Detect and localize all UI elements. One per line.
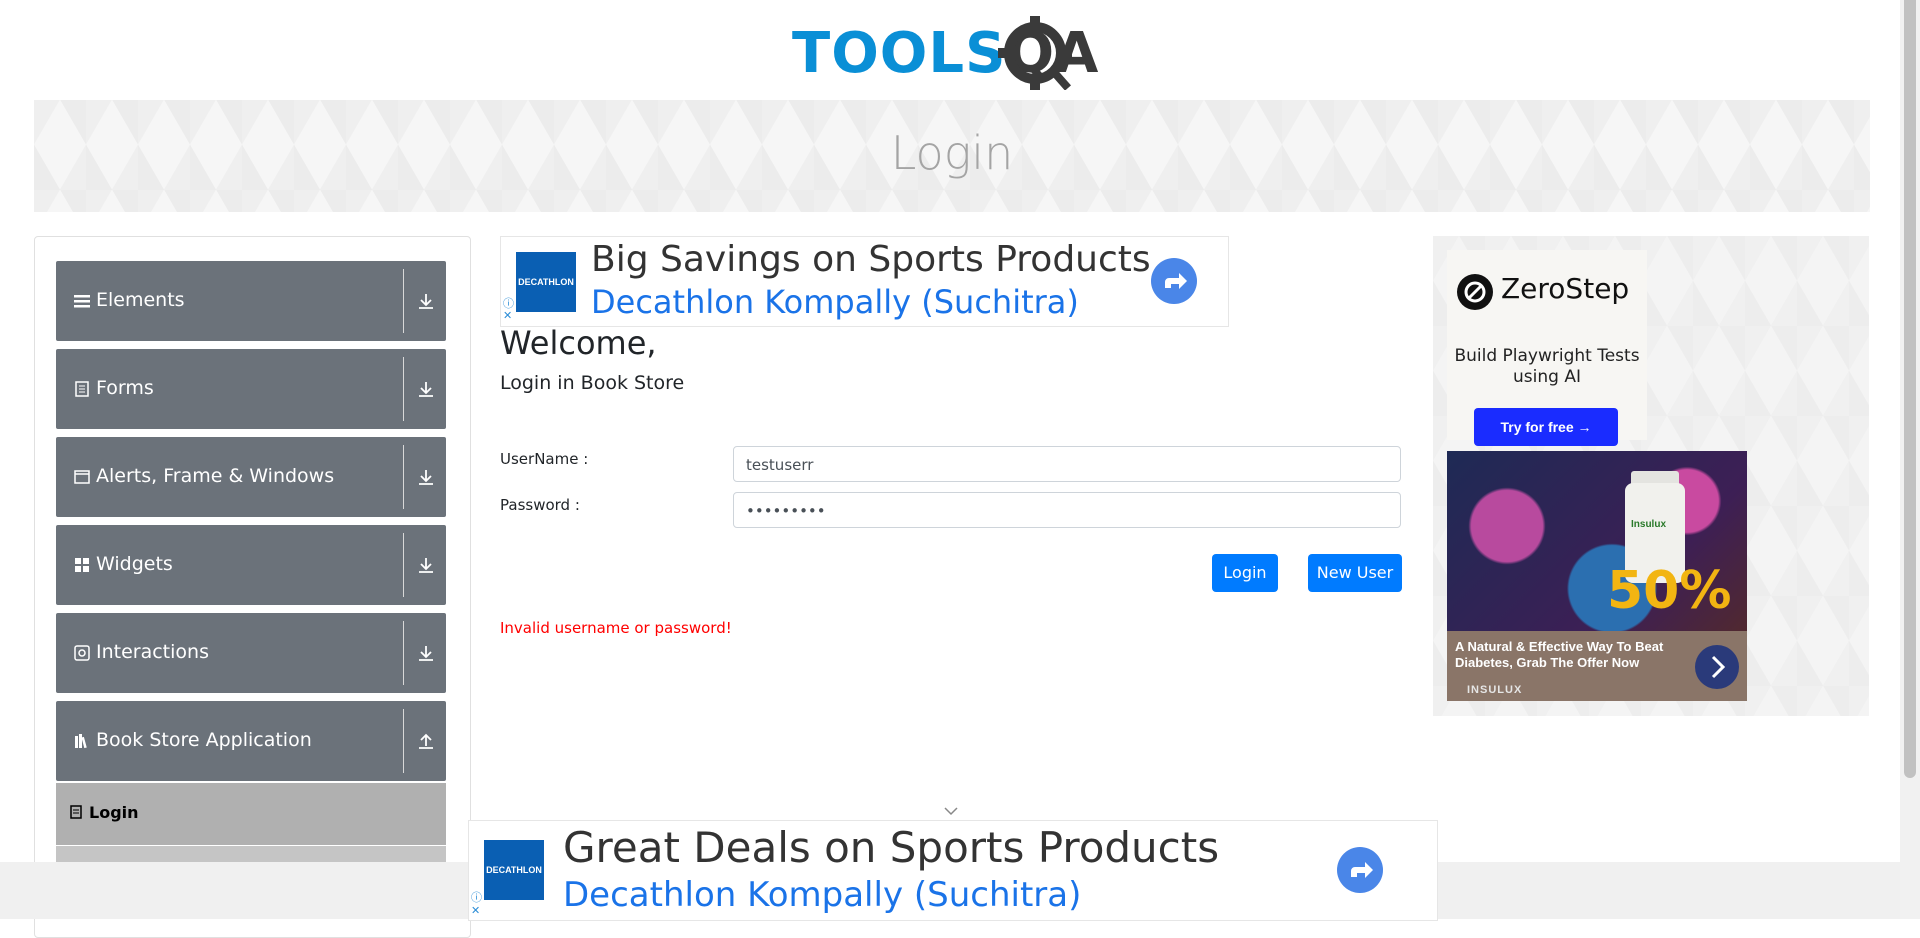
ad-title: Big Savings on Sports Products: [591, 239, 1151, 280]
decathlon-logo: DECATHLON: [484, 840, 544, 900]
download-arrow-icon: [419, 558, 433, 573]
welcome-heading: Welcome,: [500, 324, 657, 362]
ad-close-icon[interactable]: ✕: [471, 904, 480, 917]
sidebar-group-forms[interactable]: Forms: [56, 349, 446, 429]
discount-badge: 50%: [1607, 561, 1732, 621]
sidebar-group-book-store[interactable]: Book Store Application: [56, 701, 446, 781]
sidebar-group-widgets[interactable]: Widgets: [56, 525, 446, 605]
sidebar-group-label: Forms: [96, 377, 154, 399]
promo-brand: INSULUX: [1467, 684, 1523, 696]
download-arrow-icon: [419, 646, 433, 661]
divider: [403, 445, 404, 509]
top-ad[interactable]: DECATHLON Big Savings on Sports Products…: [500, 236, 1229, 327]
scrollbar[interactable]: [1900, 0, 1920, 919]
toolsqa-logo[interactable]: TOOLSQA: [792, 14, 1114, 92]
widgets-icon: [75, 558, 89, 572]
login-button[interactable]: Login: [1212, 554, 1278, 592]
chevron-right-icon[interactable]: [1695, 645, 1739, 689]
error-message: Invalid username or password!: [500, 619, 732, 637]
sidebar-group-label: Alerts, Frame & Windows: [96, 465, 335, 487]
zerostep-description: Build Playwright Tests using AI: [1454, 346, 1640, 387]
ad-subtitle: Decathlon Kompally (Suchitra): [563, 875, 1082, 915]
document-icon: [75, 381, 89, 397]
divider: [403, 269, 404, 333]
page-title: Login: [890, 126, 1014, 180]
download-arrow-icon: [419, 294, 433, 309]
page-banner: Login: [34, 100, 1870, 212]
new-user-button[interactable]: New User: [1308, 554, 1402, 592]
sidebar-group-alerts[interactable]: Alerts, Frame & Windows: [56, 437, 446, 517]
login-subheading: Login in Book Store: [500, 372, 685, 394]
divider: [403, 533, 404, 597]
divider: [403, 621, 404, 685]
books-icon: [75, 734, 87, 749]
ad-close-icon[interactable]: ✕: [503, 309, 512, 322]
sidebar-group-label: Widgets: [96, 553, 173, 575]
ad-arrow-icon[interactable]: [1151, 258, 1197, 304]
logo-text-tools: TOOLS: [792, 21, 1007, 86]
sidebar-group-label: Book Store Application: [96, 729, 312, 751]
zerostep-brand: ZeroStep: [1501, 272, 1630, 305]
bottle-label: Insulux: [1631, 519, 1667, 530]
zerostep-ad[interactable]: ZeroStep Build Playwright Tests using AI…: [1447, 250, 1647, 446]
download-arrow-icon: [419, 470, 433, 485]
sidebar-group-interactions[interactable]: Interactions: [56, 613, 446, 693]
password-input[interactable]: •••••••••: [733, 492, 1401, 528]
login-icon: [70, 805, 82, 819]
ad-title: Great Deals on Sports Products: [563, 823, 1220, 872]
divider: [403, 357, 404, 421]
try-free-button[interactable]: Try for free →: [1474, 408, 1618, 446]
bottom-ad[interactable]: DECATHLON Great Deals on Sports Products…: [468, 820, 1438, 921]
gear-icon: [998, 16, 1072, 90]
username-label: UserName :: [500, 450, 589, 468]
sidebar-group-elements[interactable]: Elements: [56, 261, 446, 341]
sidebar-group-label: Interactions: [96, 641, 209, 663]
window-icon: [74, 470, 90, 484]
right-ad[interactable]: ZeroStep Build Playwright Tests using AI…: [1433, 236, 1869, 716]
sidebar: Elements Forms Alerts, Frame & Windows W…: [34, 236, 471, 938]
scroll-thumb[interactable]: [1904, 0, 1916, 778]
ad-info-icon[interactable]: ⓘ: [471, 889, 482, 905]
download-arrow-icon: [419, 382, 433, 397]
promo-text: A Natural & Effective Way To Beat Diabet…: [1455, 639, 1664, 670]
sidebar-item-login[interactable]: Login: [56, 783, 446, 845]
password-label: Password :: [500, 496, 580, 514]
ad-subtitle: Decathlon Kompally (Suchitra): [591, 283, 1079, 321]
upload-arrow-icon: [419, 733, 433, 749]
sidebar-item-label: Login: [89, 803, 139, 822]
chevron-down-icon[interactable]: [944, 806, 958, 816]
insulux-ad[interactable]: Insulux 50% A Natural & Effective Way To…: [1447, 451, 1747, 701]
interactions-icon: [74, 645, 90, 661]
menu-icon: [74, 295, 90, 308]
username-input[interactable]: testuserr: [733, 446, 1401, 482]
ad-arrow-icon[interactable]: [1337, 847, 1383, 893]
divider: [403, 709, 404, 773]
decathlon-logo: DECATHLON: [516, 252, 576, 312]
zerostep-logo-icon: [1457, 274, 1493, 310]
sidebar-group-label: Elements: [96, 289, 185, 311]
